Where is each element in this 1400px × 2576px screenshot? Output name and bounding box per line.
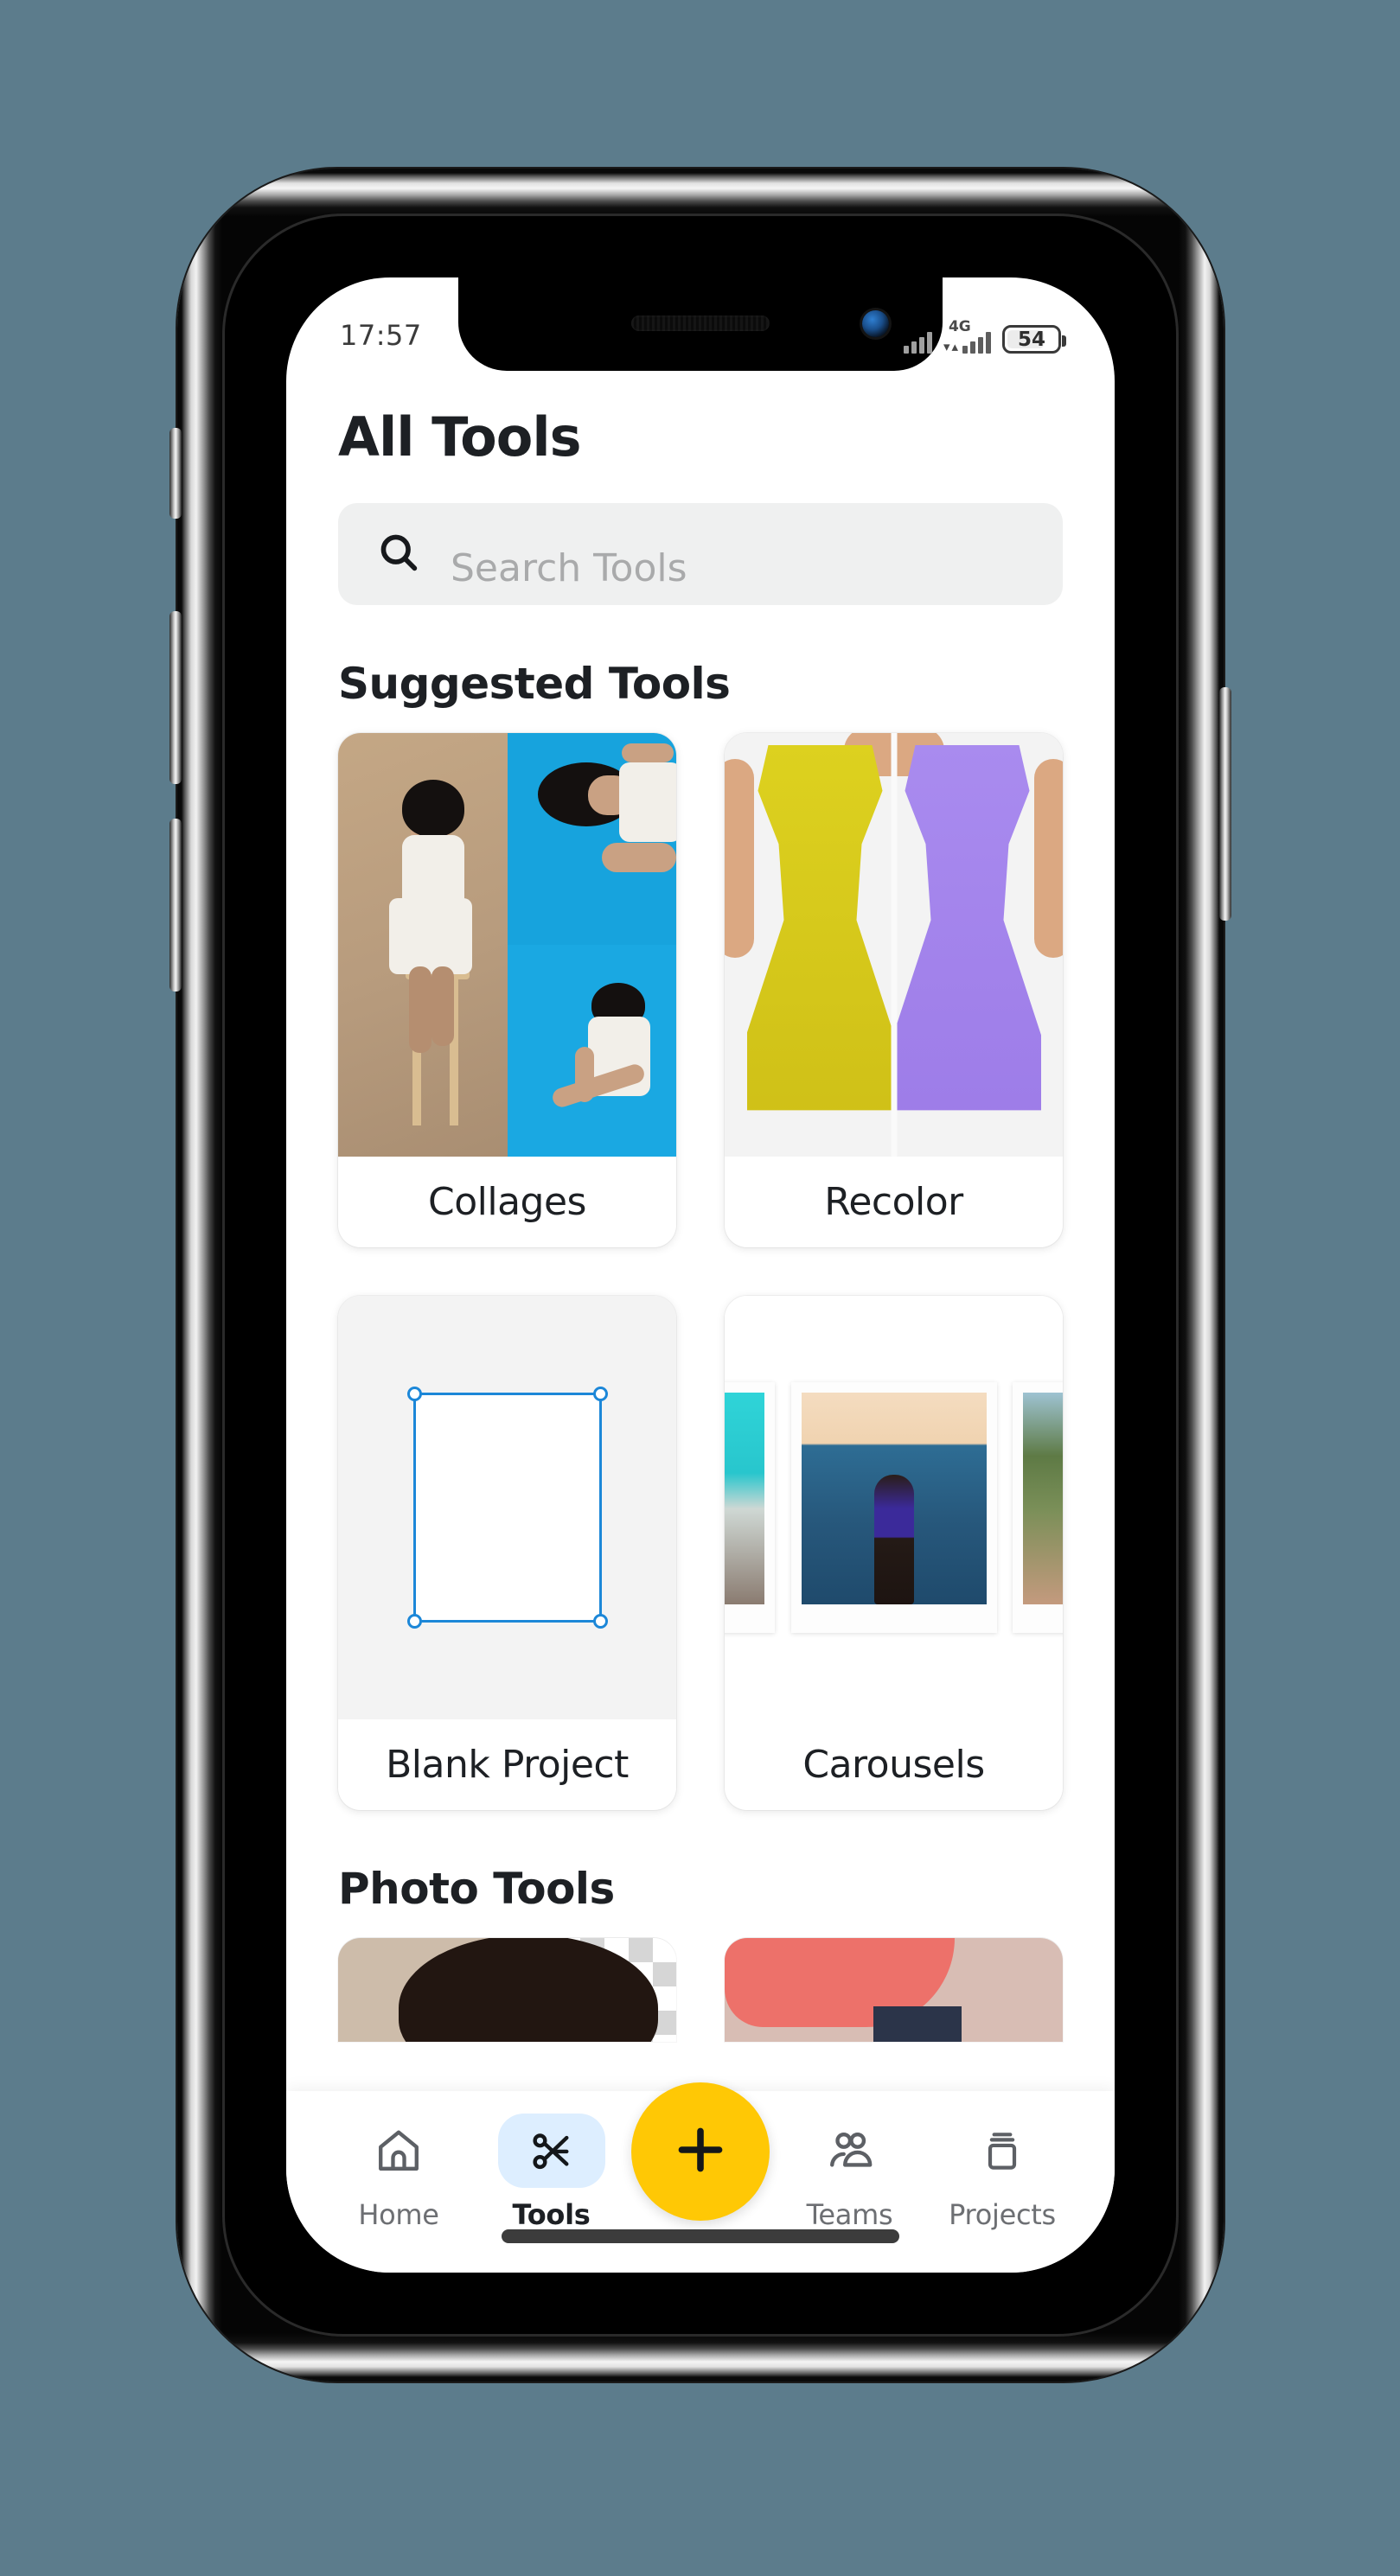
app-container: All Tools Search Tools Suggested Tools C… xyxy=(286,277,1115,2273)
power-button[interactable] xyxy=(1219,687,1231,921)
resize-handle-icon xyxy=(406,1387,422,1401)
nav-item-projects[interactable]: Projects xyxy=(930,2107,1075,2231)
background-remove-thumbnail xyxy=(338,1938,676,2042)
battery-icon: 54 xyxy=(1002,325,1066,354)
phone-bezel: 17:57 4G ▾ ▴ 54 All Tools Search Tools S… xyxy=(222,214,1179,2337)
phone-screen: 17:57 4G ▾ ▴ 54 All Tools Search Tools S… xyxy=(286,277,1115,2273)
people-icon xyxy=(796,2114,904,2188)
nav-item-label: Home xyxy=(358,2198,439,2231)
section-title-suggested: Suggested Tools xyxy=(338,659,731,709)
retouch-thumbnail xyxy=(725,1938,1063,2042)
search-placeholder-text: Search Tools xyxy=(451,545,687,590)
tool-card-label: Collages xyxy=(428,1180,586,1224)
plus-icon xyxy=(670,2120,731,2184)
signal-bars-icon xyxy=(903,331,932,354)
tool-card-recolor[interactable]: Recolor xyxy=(725,733,1063,1247)
section-title-photo-tools: Photo Tools xyxy=(338,1864,615,1914)
tool-card-carousels[interactable]: Carousels xyxy=(725,1296,1063,1810)
polaroid-carousel-thumbnail xyxy=(725,1296,1063,1719)
suggested-tools-grid: Collages Recolor Blank Project Carousels xyxy=(286,733,1115,1810)
network-type-label: 4G xyxy=(948,318,971,335)
resize-handle-icon xyxy=(406,1614,422,1629)
status-bar-indicators: 4G ▾ ▴ 54 xyxy=(903,318,1066,354)
stack-icon xyxy=(949,2114,1056,2188)
bottom-navigation-bar: Home Tools Teams Projects xyxy=(286,2082,1115,2273)
nav-item-teams[interactable]: Teams xyxy=(777,2107,923,2231)
battery-level-label: 54 xyxy=(1017,328,1045,351)
home-indicator[interactable] xyxy=(502,2229,899,2243)
status-bar: 17:57 4G ▾ ▴ 54 xyxy=(286,277,1115,371)
phone-device-frame: 17:57 4G ▾ ▴ 54 All Tools Search Tools S… xyxy=(169,169,1231,2382)
tool-card-blank-project[interactable]: Blank Project xyxy=(338,1296,676,1810)
nav-item-label: Tools xyxy=(512,2198,591,2231)
home-icon xyxy=(345,2114,452,2188)
screenshot-stage: 17:57 4G ▾ ▴ 54 All Tools Search Tools S… xyxy=(0,0,1400,2576)
tool-card-label: Carousels xyxy=(802,1743,985,1787)
network-indicator: 4G ▾ ▴ xyxy=(943,318,991,354)
tool-card-label: Recolor xyxy=(824,1180,963,1224)
collage-grid-thumbnail xyxy=(338,733,676,1157)
resize-handle-icon xyxy=(592,1387,608,1401)
tool-card-label: Blank Project xyxy=(386,1743,629,1787)
nav-item-label: Teams xyxy=(806,2198,893,2231)
nav-item-home[interactable]: Home xyxy=(326,2107,471,2231)
tool-card-background-remove[interactable] xyxy=(338,1938,676,2042)
status-bar-clock: 17:57 xyxy=(340,319,422,352)
dress-recolor-thumbnail xyxy=(725,733,1063,1157)
mute-switch-button[interactable] xyxy=(169,428,182,519)
tool-card-collages[interactable]: Collages xyxy=(338,733,676,1247)
nav-item-tools[interactable]: Tools xyxy=(479,2107,624,2231)
scissors-icon xyxy=(497,2114,605,2188)
page-title: All Tools xyxy=(338,405,581,469)
resize-handle-icon xyxy=(592,1614,608,1629)
photo-tools-grid xyxy=(286,1938,1115,2042)
nav-item-label: Projects xyxy=(949,2198,1056,2231)
volume-up-button[interactable] xyxy=(169,611,182,784)
search-input[interactable]: Search Tools xyxy=(338,503,1063,605)
tool-card-retouch[interactable] xyxy=(725,1938,1063,2042)
data-arrows-icon: ▾ ▴ xyxy=(943,339,958,354)
create-new-button[interactable] xyxy=(631,2082,770,2221)
volume-down-button[interactable] xyxy=(169,819,182,992)
blank-canvas-thumbnail xyxy=(338,1296,676,1719)
scroll-content[interactable]: All Tools Search Tools Suggested Tools C… xyxy=(286,371,1115,2091)
search-icon xyxy=(376,530,421,578)
